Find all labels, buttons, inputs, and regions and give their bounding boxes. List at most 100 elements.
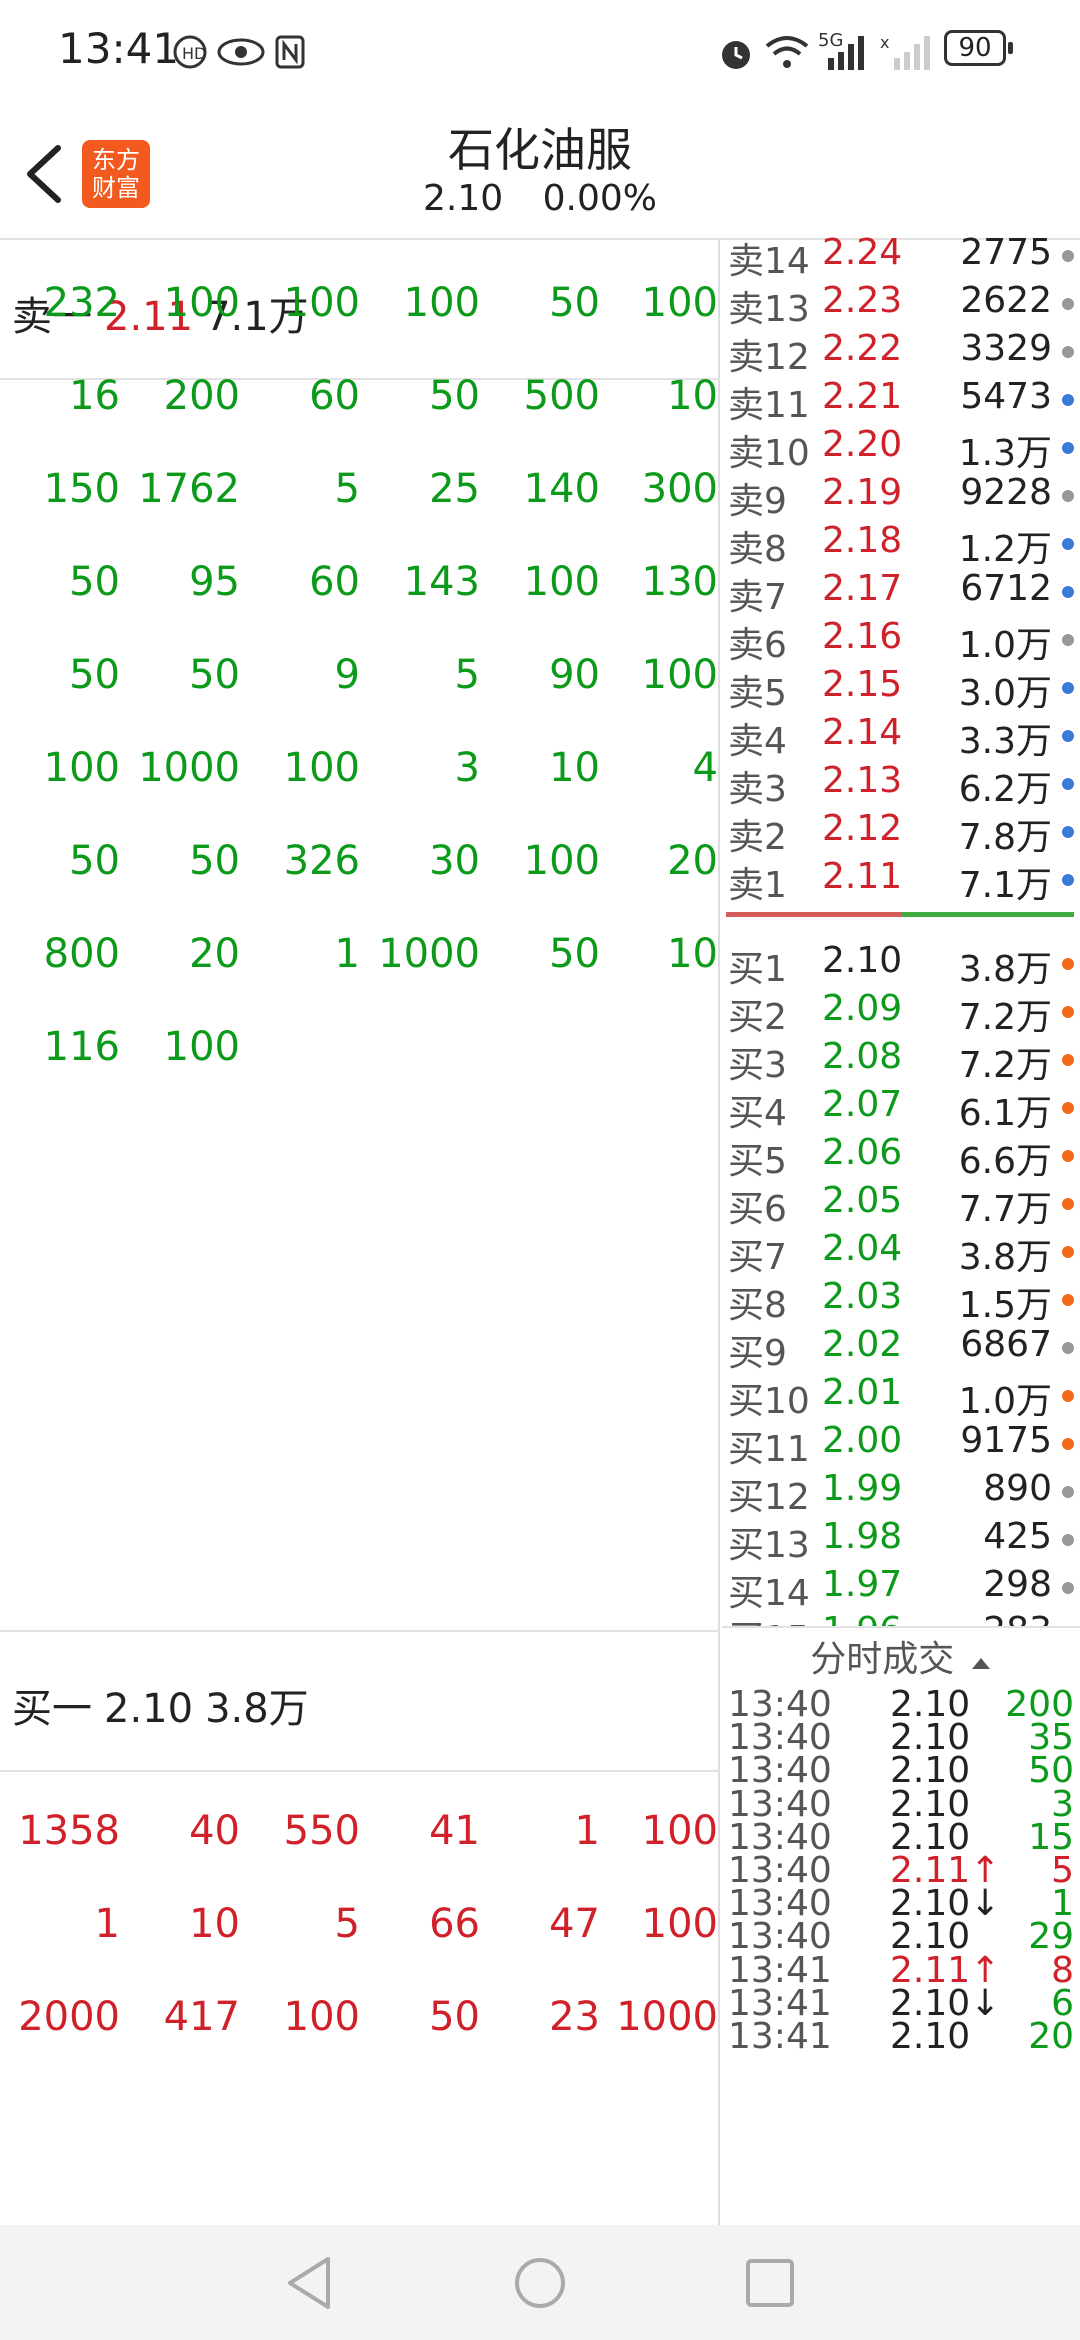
recents-nav-icon[interactable]: [744, 2257, 796, 2309]
sell-level-row[interactable]: 卖1 2.11 7.1万: [722, 856, 1080, 906]
level-price: 2.10: [822, 940, 903, 981]
queue-order-cell: 1762: [138, 466, 240, 512]
stock-quote: 2.10 0.00%: [340, 178, 740, 219]
level-label: 买6: [728, 1189, 787, 1230]
level-price: 2.18: [822, 520, 903, 561]
sell-level-row[interactable]: 卖10 2.20 1.3万: [722, 424, 1080, 474]
level-label: 买13: [728, 1525, 810, 1566]
level-dot-icon: [1062, 394, 1074, 406]
buy-level-row[interactable]: 买11 2.00 9175: [722, 1420, 1080, 1470]
buy-level-row[interactable]: 买1 2.10 3.8万: [722, 940, 1080, 990]
level-price: 2.03: [822, 1276, 903, 1317]
trade-volume: 20: [1028, 2016, 1074, 2057]
app-logo[interactable]: 东方 财富: [82, 140, 150, 208]
queue-order-cell: 100: [283, 280, 360, 326]
caret-up-icon: [971, 1658, 990, 1669]
back-nav-icon[interactable]: [284, 2255, 334, 2311]
level-volume: 7.2万: [958, 1045, 1052, 1086]
buy-level-row[interactable]: 买12 1.99 890: [722, 1468, 1080, 1518]
level-price: 2.01: [822, 1372, 903, 1413]
sell-level-row[interactable]: 卖5 2.15 3.0万: [722, 664, 1080, 714]
sell-level-row[interactable]: 卖9 2.19 9228: [722, 472, 1080, 522]
level-label: 卖5: [728, 673, 787, 714]
queue-order-cell: 1000: [138, 745, 240, 791]
buy-level-row[interactable]: 买7 2.04 3.8万: [722, 1228, 1080, 1278]
buy-level-row[interactable]: 买13 1.98 425: [722, 1516, 1080, 1566]
queue-order-cell: 100: [641, 280, 718, 326]
queue-order-cell: 1: [334, 931, 360, 977]
queue-order-cell: 50: [549, 280, 600, 326]
sell-level-row[interactable]: 卖8 2.18 1.2万: [722, 520, 1080, 570]
sell-level-row[interactable]: 卖13 2.23 2622: [722, 280, 1080, 330]
queue-order-cell: 1: [94, 1901, 120, 1947]
sell-level-row[interactable]: 卖6 2.16 1.0万: [722, 616, 1080, 666]
sell-level-row[interactable]: 卖2 2.12 7.8万: [722, 808, 1080, 858]
queue-order-cell: 116: [43, 1024, 120, 1070]
level-volume: 890: [983, 1468, 1052, 1509]
queue-order-cell: 550: [283, 1808, 360, 1854]
buy-level-row[interactable]: 买3 2.08 7.2万: [722, 1036, 1080, 1086]
trades-header[interactable]: 分时成交: [722, 1630, 1080, 1680]
level-price: 2.24: [822, 232, 903, 273]
level-dot-icon: [1062, 958, 1074, 970]
sell-level-row[interactable]: 卖12 2.22 3329: [722, 328, 1080, 378]
level-price: 2.17: [822, 568, 903, 609]
level-dot-icon: [1062, 1054, 1074, 1066]
sell-level-row[interactable]: 卖7 2.17 6712: [722, 568, 1080, 618]
level-volume: 6.1万: [958, 1093, 1052, 1134]
buy-level-row[interactable]: 买6 2.05 7.7万: [722, 1180, 1080, 1230]
queue-order-cell: 100: [403, 280, 480, 326]
level-dot-icon: [1062, 826, 1074, 838]
level-label: 买15: [728, 1612, 810, 1626]
buy-level-row[interactable]: 买9 2.02 6867: [722, 1324, 1080, 1374]
queue-order-cell: 95: [189, 559, 240, 605]
queue-order-cell: 60: [309, 373, 360, 419]
buy-level-row[interactable]: 买2 2.09 7.2万: [722, 988, 1080, 1038]
level-volume: 1.5万: [958, 1285, 1052, 1326]
buy-level-row[interactable]: 买8 2.03 1.5万: [722, 1276, 1080, 1326]
status-bar: 13:41 HD 5G x 90: [0, 0, 1080, 100]
level-label: 买1: [728, 949, 787, 990]
sell-level-row[interactable]: 卖3 2.13 6.2万: [722, 760, 1080, 810]
queue-order-cell: 2000: [18, 1994, 120, 2040]
level-volume: 6712: [960, 568, 1052, 609]
level-price: 2.11: [822, 856, 903, 897]
level-price: 2.14: [822, 712, 903, 753]
sell-level-row[interactable]: 卖11 2.21 5473: [722, 376, 1080, 426]
level-label: 买4: [728, 1093, 787, 1134]
level-label: 卖13: [728, 289, 810, 330]
level-volume: 298: [983, 1564, 1052, 1605]
buy-level-row[interactable]: 买10 2.01 1.0万: [722, 1372, 1080, 1422]
level-price: 2.04: [822, 1228, 903, 1269]
queue-order-cell: 9: [334, 652, 360, 698]
trades-header-label: 分时成交: [810, 1639, 955, 1680]
queue-order-cell: 20: [189, 931, 240, 977]
level-price: 1.97: [822, 1564, 903, 1605]
sell-level-row[interactable]: 卖4 2.14 3.3万: [722, 712, 1080, 762]
sell-level-row[interactable]: 卖14 2.24 2775: [722, 232, 1080, 282]
level-price: 1.96: [822, 1612, 942, 1626]
level-label: 卖9: [728, 481, 787, 522]
queue-order-cell: 90: [549, 652, 600, 698]
level-dot-icon: [1062, 490, 1074, 502]
level-volume: 5473: [960, 376, 1052, 417]
level-dot-icon: [1062, 346, 1074, 358]
back-arrow-icon[interactable]: [22, 144, 66, 204]
level-label: 买7: [728, 1237, 787, 1278]
level-volume: 1.0万: [958, 1381, 1052, 1422]
battery-icon: 90: [944, 30, 1006, 66]
queue-order-cell: 16: [69, 373, 120, 419]
buy-level-row[interactable]: 买14 1.97 298: [722, 1564, 1080, 1614]
level-label: 买5: [728, 1141, 787, 1182]
queue-order-cell: 200: [163, 373, 240, 419]
level-price: 2.06: [822, 1132, 903, 1173]
buy-level-row[interactable]: 买4 2.07 6.1万: [722, 1084, 1080, 1134]
level-dot-icon: [1062, 298, 1074, 310]
level-label: 卖7: [728, 577, 787, 618]
level-volume: 3329: [960, 328, 1052, 369]
buy-level-row[interactable]: 买5 2.06 6.6万: [722, 1132, 1080, 1182]
system-nav-bar: [0, 2225, 1080, 2340]
level-volume: 7.8万: [958, 817, 1052, 858]
level-volume: 6.6万: [958, 1141, 1052, 1182]
home-nav-icon[interactable]: [512, 2255, 568, 2311]
